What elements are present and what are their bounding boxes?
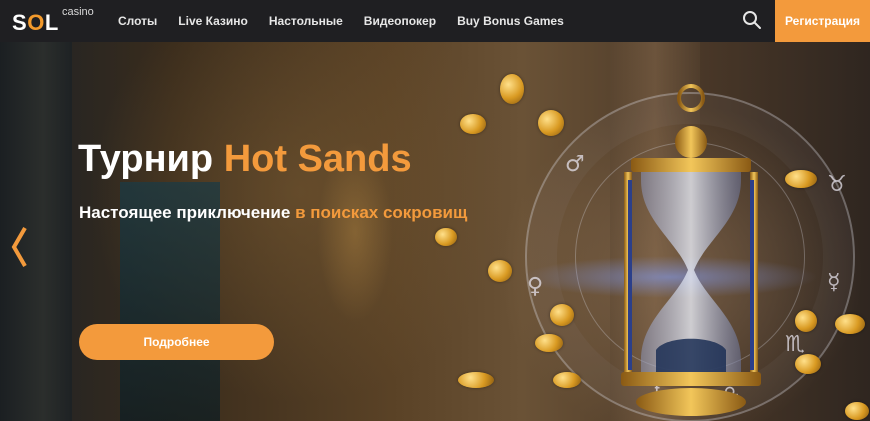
nav-item-video-poker[interactable]: Видеопокер xyxy=(364,14,436,28)
hero-subtitle-accent: в поисках сокровищ xyxy=(295,203,468,222)
coin-icon xyxy=(535,334,563,352)
coin-icon xyxy=(553,372,581,388)
hero-slider: ♂ ♉ ♀ ☿ ♏ ♄ ♎ xyxy=(0,42,870,421)
coin-icon xyxy=(488,260,512,282)
top-navbar: SOL casino Слоты Live Казино Настольные … xyxy=(0,0,870,42)
chevron-left-icon[interactable] xyxy=(11,226,27,268)
hero-subtitle-plain: Настоящее приключение xyxy=(79,203,291,222)
zodiac-taurus-icon: ♉ xyxy=(827,172,847,197)
zodiac-scorpio-icon: ♏ xyxy=(785,332,805,357)
hero-subtitle: Настоящее приключение в поисках сокровищ xyxy=(79,203,467,223)
sol-casino-logo[interactable]: SOL casino xyxy=(12,6,112,36)
hero-title-accent: Hot Sands xyxy=(223,138,412,180)
hero-title-plain: Турнир xyxy=(78,138,214,180)
more-details-button[interactable]: Подробнее xyxy=(79,324,274,360)
background-statue xyxy=(300,92,410,372)
zodiac-mars-icon: ♂ xyxy=(565,152,585,177)
coin-icon xyxy=(835,314,865,334)
zodiac-mercury-icon: ☿ xyxy=(827,270,841,295)
logo-sub: casino xyxy=(62,6,94,18)
coin-icon xyxy=(785,170,817,188)
coin-icon xyxy=(795,310,817,332)
nav-item-live-casino[interactable]: Live Казино xyxy=(178,14,248,28)
hero-title: Турнир Hot Sands xyxy=(78,138,412,181)
coin-icon xyxy=(795,354,821,374)
register-button[interactable]: Регистрация xyxy=(775,0,870,42)
zodiac-venus-icon: ♀ xyxy=(527,274,544,299)
search-icon[interactable] xyxy=(741,9,763,31)
coin-icon xyxy=(458,372,494,388)
coin-icon xyxy=(500,74,524,104)
logo-brand: SOL xyxy=(12,10,59,35)
nav-item-table-games[interactable]: Настольные xyxy=(269,14,343,28)
coin-icon xyxy=(845,402,869,420)
main-nav: Слоты Live Казино Настольные Видеопокер … xyxy=(118,0,585,42)
hourglass-image xyxy=(621,84,761,416)
coin-icon xyxy=(435,228,457,246)
coin-icon xyxy=(538,110,564,136)
nav-item-slots[interactable]: Слоты xyxy=(118,14,157,28)
coin-icon xyxy=(550,304,574,326)
nav-item-buy-bonus-games[interactable]: Buy Bonus Games xyxy=(457,14,564,28)
coin-icon xyxy=(460,114,486,134)
